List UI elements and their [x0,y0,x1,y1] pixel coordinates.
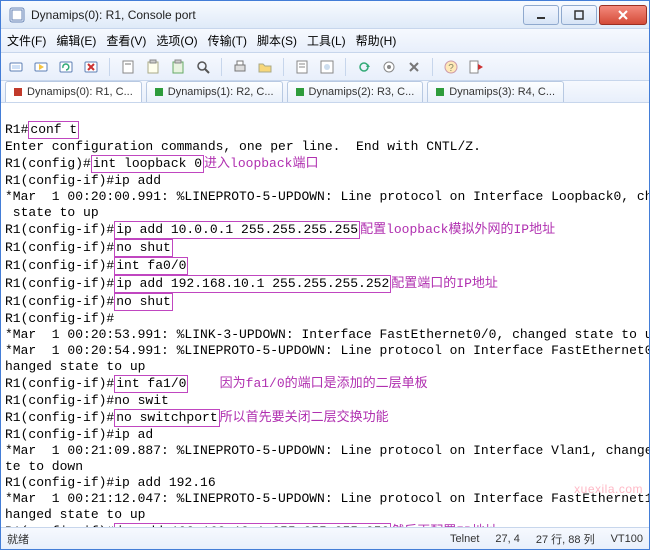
tb-sync-icon[interactable] [355,58,373,76]
tabbar: Dynamips(0): R1, C... Dynamips(1): R2, C… [1,81,649,103]
toolbar-separator [283,58,284,76]
tb-connect-icon[interactable] [7,58,25,76]
tb-print-icon[interactable] [231,58,249,76]
maximize-button[interactable] [561,5,597,25]
tab-r2[interactable]: Dynamips(1): R2, C... [146,81,283,102]
tb-profile-icon[interactable] [119,58,137,76]
menu-transfer[interactable]: 传输(T) [208,32,247,49]
annotation: 然后再配置IP地址 [391,524,498,527]
tab-label: Dynamips(3): R4, C... [449,86,555,98]
status-protocol: Telnet [450,533,479,545]
menu-edit[interactable]: 编辑(E) [56,32,96,49]
menu-help[interactable]: 帮助(H) [356,32,397,49]
annotation: 所以首先要关闭二层交换功能 [220,410,389,425]
tab-label: Dynamips(0): R1, C... [27,86,133,98]
tb-exit-icon[interactable] [467,58,485,76]
tb-tools-icon[interactable] [405,58,423,76]
cmd-box: no switchport [114,409,219,427]
app-icon [9,7,25,23]
tab-r1[interactable]: Dynamips(0): R1, C... [5,81,142,102]
close-button[interactable] [599,5,647,25]
annotation: 配置端口的IP地址 [391,276,498,291]
status-dot-icon [436,88,444,96]
annotation: 配置loopback模拟外网的IP地址 [360,222,555,237]
tb-settings-icon[interactable] [380,58,398,76]
tab-r3[interactable]: Dynamips(2): R3, C... [287,81,424,102]
tb-find-icon[interactable] [194,58,212,76]
cmd-box: ip add 10.0.0.1 255.255.255.255 [114,221,360,239]
menu-file[interactable]: 文件(F) [7,32,46,49]
tb-folder-icon[interactable] [256,58,274,76]
cmd-box: int fa1/0 [114,375,188,393]
tb-disconnect-icon[interactable] [82,58,100,76]
tb-properties-icon[interactable] [293,58,311,76]
app-window: Dynamips(0): R1, Console port 文件(F) 编辑(E… [0,0,650,550]
cmd-box: ip add 192.168.10.1 255.255.255.252 [114,275,391,293]
tab-label: Dynamips(2): R3, C... [309,86,415,98]
toolbar-separator [432,58,433,76]
status-termtype: VT100 [611,533,643,545]
toolbar-separator [221,58,222,76]
menu-view[interactable]: 查看(V) [106,32,146,49]
statusbar: 就绪 Telnet 27, 4 27 行, 88 列 VT100 [1,527,649,549]
tb-paste-icon[interactable] [169,58,187,76]
toolbar-separator [109,58,110,76]
window-title: Dynamips(0): R1, Console port [31,8,521,22]
menubar: 文件(F) 编辑(E) 查看(V) 选项(O) 传输(T) 脚本(S) 工具(L… [1,29,649,53]
terminal[interactable]: R1#conf t Enter configuration commands, … [1,103,649,527]
status-cursor: 27, 4 [495,533,519,545]
cmd-box: int loopback 0 [91,155,204,173]
cmd-box: int fa0/0 [114,257,188,275]
tb-clipboard-icon[interactable] [144,58,162,76]
status-ready: 就绪 [7,531,29,547]
status-size: 27 行, 88 列 [536,531,595,547]
tb-quickconnect-icon[interactable] [32,58,50,76]
tb-help-icon[interactable]: ? [442,58,460,76]
tab-r4[interactable]: Dynamips(3): R4, C... [427,81,564,102]
toolbar: ? [1,53,649,81]
status-dot-icon [155,88,163,96]
cmd-box: conf t [28,121,79,139]
menu-options[interactable]: 选项(O) [156,32,197,49]
tb-options-icon[interactable] [318,58,336,76]
menu-tools[interactable]: 工具(L) [307,32,346,49]
cmd-box: ip add 192.168.13.1 255.255.255.252 [114,523,391,527]
menu-script[interactable]: 脚本(S) [257,32,297,49]
annotation: 进入loopback端口 [204,156,318,171]
status-dot-icon [14,88,22,96]
annotation: 因为fa1/0的端口是添加的二层单板 [220,376,428,391]
cmd-box: no shut [114,239,173,257]
window-controls [521,5,647,25]
cmd-box: no shut [114,293,173,311]
toolbar-separator [345,58,346,76]
titlebar[interactable]: Dynamips(0): R1, Console port [1,1,649,29]
status-dot-icon [296,88,304,96]
tab-label: Dynamips(1): R2, C... [168,86,274,98]
tb-reconnect-icon[interactable] [57,58,75,76]
svg-text:?: ? [448,63,454,74]
minimize-button[interactable] [523,5,559,25]
